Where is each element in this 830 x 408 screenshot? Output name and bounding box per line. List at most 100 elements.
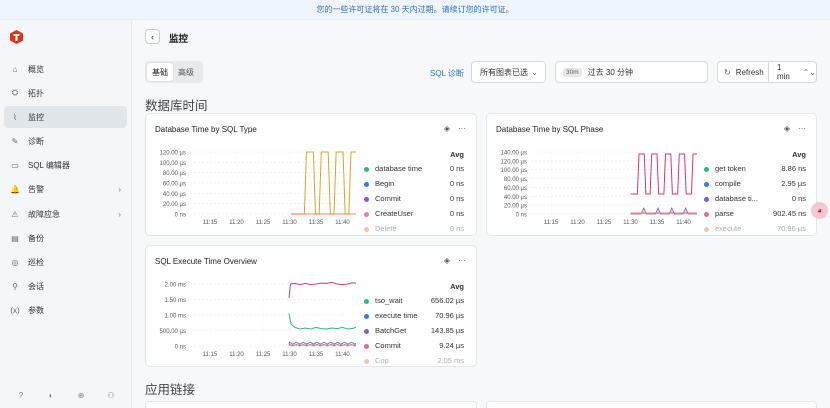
time-range-picker[interactable]: 30m 过去 30 分钟 <box>555 61 708 83</box>
sidebar-item-label: 概览 <box>28 64 44 74</box>
legend-avg-header: Avg <box>450 150 464 159</box>
sidebar-item[interactable]: ▤ 备份 <box>4 227 127 249</box>
chat-assistant-button[interactable]: ◕ <box>811 202 828 219</box>
chevron-right-icon: › <box>118 209 121 219</box>
sidebar-item[interactable]: ⌇ 监控 <box>4 106 127 129</box>
legend-series-name: CreateUser <box>375 209 414 218</box>
chevron-down-icon: ⌃⌄ <box>802 67 816 77</box>
legend-row[interactable]: tso_wait 656.02 µs <box>364 296 464 305</box>
refresh-interval-select[interactable]: 1 min ⌃⌄ <box>769 63 816 81</box>
sidebar-item[interactable]: ▭ SQL 编辑器 <box>4 155 127 177</box>
tab-advanced[interactable]: 高级 <box>173 63 199 81</box>
y-tick-label: 120.00 µs <box>160 151 186 157</box>
y-tick-label: 100.00 µs <box>501 168 527 174</box>
chart-select-value: 所有图表已选 <box>480 67 528 77</box>
legend-dot <box>364 328 369 334</box>
sidebar-item[interactable]: ✎ 诊断 <box>4 131 127 153</box>
banner-text: 您的一些许可证将在 30 天内过期。请 <box>316 5 450 14</box>
y-tick-label: 1.50 ms <box>165 298 186 304</box>
sidebar-item[interactable]: ⚠ 故障应急 › <box>4 203 127 225</box>
chat-assistant-icon: ◕ <box>817 206 822 215</box>
legend-dot <box>704 181 709 187</box>
sidebar-item[interactable]: ⛭ 拓扑 <box>4 82 127 104</box>
x-tick-label: 11:20 <box>570 220 585 226</box>
sidebar-item[interactable]: ◎ 巡检 <box>4 252 127 274</box>
sql-diagnosis-link[interactable]: SQL 诊断 <box>430 68 464 79</box>
x-tick-label: 11:20 <box>229 220 244 226</box>
x-tick-label: 11:30 <box>623 220 638 226</box>
layers-icon[interactable]: ◈ <box>784 124 790 133</box>
monitor-icon: ⌇ <box>13 112 17 122</box>
sidebar: ⌂ 概览 ⛭ 拓扑 ⌇ 监控 ✎ 诊断 ▭ SQL 编辑器 🔔 告警 › ⚠ 故障应急 › ▤ 备份 ◎ 巡检 ⚲ 会话 (… <box>0 20 132 408</box>
legend-dot <box>364 226 369 232</box>
legend-avg-header: Avg <box>792 150 806 159</box>
legend-row[interactable]: Begin 0 ns <box>364 179 464 188</box>
y-tick-label: 60.00 µs <box>504 186 527 192</box>
user-icon[interactable]: ⚇ <box>106 390 116 400</box>
layers-icon[interactable]: ◈ <box>444 124 450 133</box>
layers-icon[interactable]: ◈ <box>444 256 450 265</box>
sidebar-item[interactable]: ⌂ 概览 <box>4 58 127 80</box>
legend-row[interactable]: get token 8.86 ns <box>704 164 806 173</box>
legend-row[interactable]: parse 902.45 ns <box>704 209 806 218</box>
y-tick-label: 0 ns <box>516 213 527 219</box>
time-range-value: 过去 30 分钟 <box>587 67 633 77</box>
tab-basic[interactable]: 基础 <box>147 63 173 81</box>
legend-row[interactable]: Commit 9.24 µs <box>364 341 464 350</box>
legend-dot <box>364 313 369 319</box>
chart-card-stub <box>486 401 817 408</box>
chart-card-sql-phase: Database Time by SQL Phase ◈ ··· 140.00 µ… <box>486 113 817 236</box>
tidb-logo <box>10 30 23 44</box>
session-icon: ⚲ <box>12 282 18 292</box>
params-icon: (x) <box>10 306 20 316</box>
legend-dot <box>364 298 369 304</box>
sidebar-nav: ⌂ 概览 ⛭ 拓扑 ⌇ 监控 ✎ 诊断 ▭ SQL 编辑器 🔔 告警 › ⚠ 故障应急 › ▤ 备份 ◎ 巡检 ⚲ 会话 (… <box>4 58 127 324</box>
theme-icon[interactable]: ◐ <box>46 390 56 400</box>
legend-series-name: execute time <box>375 311 418 320</box>
help-icon[interactable]: ? <box>16 390 26 400</box>
legend-row[interactable]: Delete 0 ns <box>364 224 464 232</box>
y-tick-label: 20.00 µs <box>504 204 527 210</box>
legend-series-avg: 9.24 µs <box>439 341 464 350</box>
legend-series-name: Delete <box>375 224 397 232</box>
back-button[interactable]: ‹ <box>145 29 160 44</box>
section-title-db-time: 数据库时间 <box>145 99 208 113</box>
chart-sql-phase: 140.00 µs 120.00 µs 100.00 µs 80.00 µs 60.00… <box>501 151 697 226</box>
legend-row[interactable]: CreateUser 0 ns <box>364 209 464 218</box>
language-icon[interactable]: ⊕ <box>76 390 86 400</box>
legend-row[interactable]: compile 2.95 µs <box>704 179 806 188</box>
sidebar-item[interactable]: ⚲ 会话 <box>4 276 127 298</box>
legend-series-name: tso_wait <box>375 296 403 305</box>
legend-row[interactable]: execute 70.96 µs <box>704 224 806 232</box>
chevron-down-icon: ⌄ <box>531 67 538 77</box>
sidebar-item[interactable]: 🔔 告警 › <box>4 179 127 201</box>
renew-license-link[interactable]: 续订您的许可证 <box>450 5 506 14</box>
more-icon[interactable]: ··· <box>458 124 466 133</box>
x-tick-label: 11:40 <box>676 220 691 226</box>
more-icon[interactable]: ··· <box>458 256 466 265</box>
legend-row[interactable]: execute time 70.96 µs <box>364 311 464 320</box>
legend-row[interactable]: Cop 2.05 ms <box>364 356 464 364</box>
legend-row[interactable]: Commit 0 ns <box>364 194 464 203</box>
series-line-execute-time <box>288 341 356 345</box>
chevron-left-icon: ‹ <box>151 31 154 42</box>
y-tick-label: 20.00 µs <box>163 202 186 208</box>
sidebar-item-label: 监控 <box>28 112 44 122</box>
legend-row[interactable]: BatchGet 143.85 µs <box>364 326 464 335</box>
legend-avg-header: Avg <box>450 282 464 291</box>
chart-select-dropdown[interactable]: 所有图表已选 ⌄ <box>471 61 546 83</box>
legend-row[interactable]: database ti... 0 ns <box>704 194 806 203</box>
x-tick-label: 11:15 <box>203 352 218 358</box>
sidebar-item[interactable]: (x) 参数 <box>4 300 127 322</box>
legend-sql-phase: Avg get token 8.86 ns compile 2.95 µs databas… <box>704 150 806 232</box>
refresh-button[interactable]: ↻ Refresh <box>718 62 769 82</box>
inspection-icon: ◎ <box>11 258 19 267</box>
legend-dot <box>364 181 369 187</box>
y-tick-label: 80.00 µs <box>163 171 186 177</box>
y-tick-label: 40.00 µs <box>163 192 186 198</box>
more-icon[interactable]: ··· <box>798 124 806 133</box>
legend-row[interactable]: database time 0 ns <box>364 164 464 173</box>
y-tick-label: 0 ns <box>175 213 186 219</box>
sidebar-item-label: 拓扑 <box>28 88 44 98</box>
legend-dot <box>704 211 709 217</box>
